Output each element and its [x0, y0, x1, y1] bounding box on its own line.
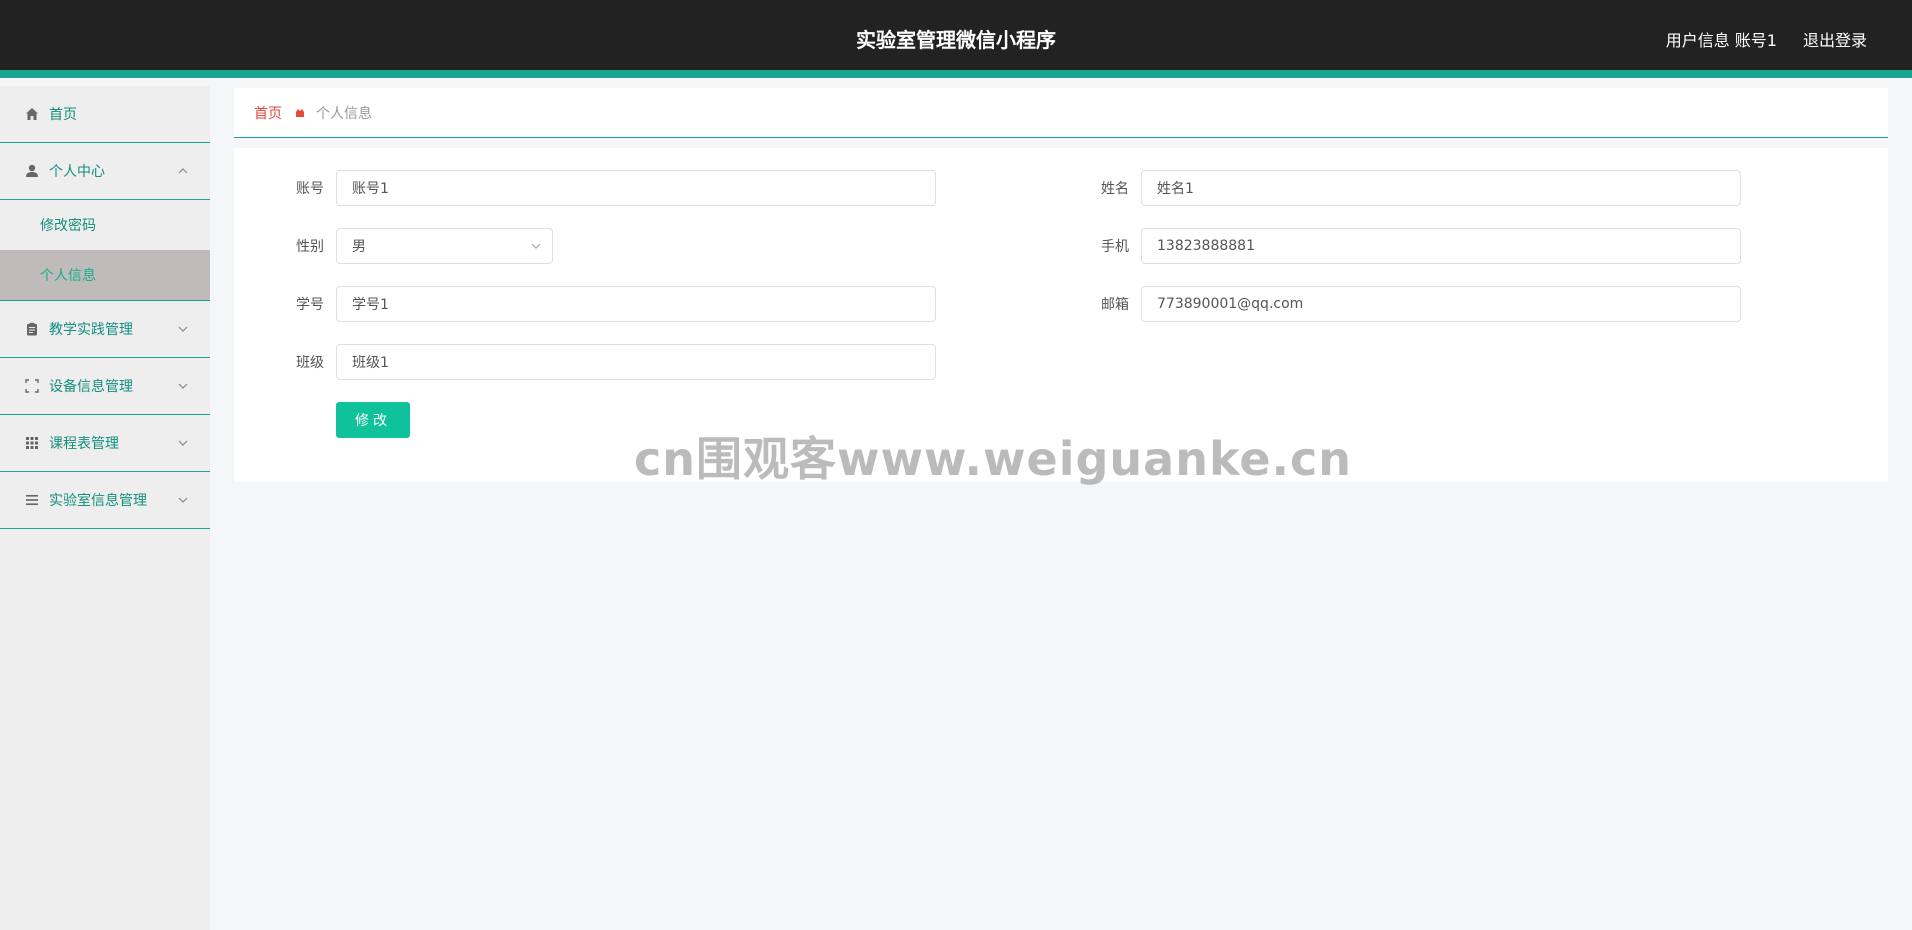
home-icon: [24, 106, 40, 122]
field-account: 账号: [274, 170, 936, 206]
phone-label: 手机: [1101, 239, 1129, 255]
app-title: 实验室管理微信小程序: [856, 28, 1056, 52]
submenu-personal-center: 修改密码 个人信息: [0, 200, 210, 301]
name-input[interactable]: [1141, 170, 1741, 206]
sidebar-item-label: 实验室信息管理: [49, 493, 147, 509]
chevron-down-icon: [176, 436, 190, 450]
student-id-input[interactable]: [336, 286, 936, 322]
field-gender: 性别 男: [274, 228, 553, 264]
sidebar-item-label: 教学实践管理: [49, 322, 133, 338]
sidebar-item-label: 首页: [49, 107, 77, 123]
grid-icon: [24, 435, 40, 451]
header-actions: 用户信息 账号1 退出登录: [1666, 27, 1867, 51]
chevron-down-icon: [176, 493, 190, 507]
user-icon: [24, 163, 40, 179]
breadcrumb-home-link[interactable]: 首页: [254, 103, 282, 123]
field-email: 邮箱: [1079, 286, 1741, 322]
class-input[interactable]: [336, 344, 936, 380]
chevron-down-icon: [176, 379, 190, 393]
gender-select[interactable]: 男: [336, 228, 553, 264]
gender-label: 性别: [296, 239, 324, 255]
submit-button[interactable]: 修改: [336, 402, 410, 438]
field-name: 姓名: [1079, 170, 1741, 206]
phone-input[interactable]: [1141, 228, 1741, 264]
field-student-id: 学号: [274, 286, 936, 322]
sidebar-item-teaching-practice[interactable]: 教学实践管理: [0, 301, 210, 358]
sidebar: 首页 个人中心 修改密码 个人信息 教学实践管理 设备信息管理 课程表管理 实验…: [0, 86, 210, 930]
class-label: 班级: [296, 355, 324, 371]
breadcrumb-current: 个人信息: [316, 105, 372, 122]
breadcrumb-separator-icon: [294, 107, 306, 119]
sidebar-item-personal-info[interactable]: 个人信息: [0, 250, 210, 300]
sidebar-item-lab-info[interactable]: 实验室信息管理: [0, 472, 210, 529]
sidebar-item-timetable[interactable]: 课程表管理: [0, 415, 210, 472]
logout-button[interactable]: 退出登录: [1803, 27, 1867, 51]
top-bar: 实验室管理微信小程序 用户信息 账号1 退出登录: [0, 0, 1912, 78]
email-input[interactable]: [1141, 286, 1741, 322]
menu-icon: [24, 492, 40, 508]
sidebar-item-label: 个人中心: [49, 164, 105, 180]
sidebar-item-change-password[interactable]: 修改密码: [0, 200, 210, 250]
chevron-down-icon: [176, 322, 190, 336]
account-input[interactable]: [336, 170, 936, 206]
frame-icon: [24, 378, 40, 394]
chevron-down-icon: [530, 240, 542, 252]
sidebar-item-label: 课程表管理: [49, 436, 119, 452]
sidebar-item-personal-center[interactable]: 个人中心: [0, 143, 210, 200]
chevron-up-icon: [176, 164, 190, 178]
user-info-link[interactable]: 用户信息 账号1: [1666, 27, 1777, 51]
field-phone: 手机: [1079, 228, 1741, 264]
account-label: 账号: [296, 181, 324, 197]
personal-info-form: 账号 姓名 性别 男 手机 学号 邮箱 班级 修改: [234, 148, 1888, 482]
sidebar-item-equipment[interactable]: 设备信息管理: [0, 358, 210, 415]
breadcrumb: 首页 个人信息: [234, 88, 1888, 138]
field-class: 班级: [274, 344, 936, 380]
sidebar-item-label: 设备信息管理: [49, 379, 133, 395]
email-label: 邮箱: [1101, 297, 1129, 313]
clipboard-icon: [24, 321, 40, 337]
name-label: 姓名: [1101, 181, 1129, 197]
sidebar-item-home[interactable]: 首页: [0, 86, 210, 143]
student-id-label: 学号: [296, 297, 324, 313]
gender-selected-value: 男: [352, 239, 366, 255]
